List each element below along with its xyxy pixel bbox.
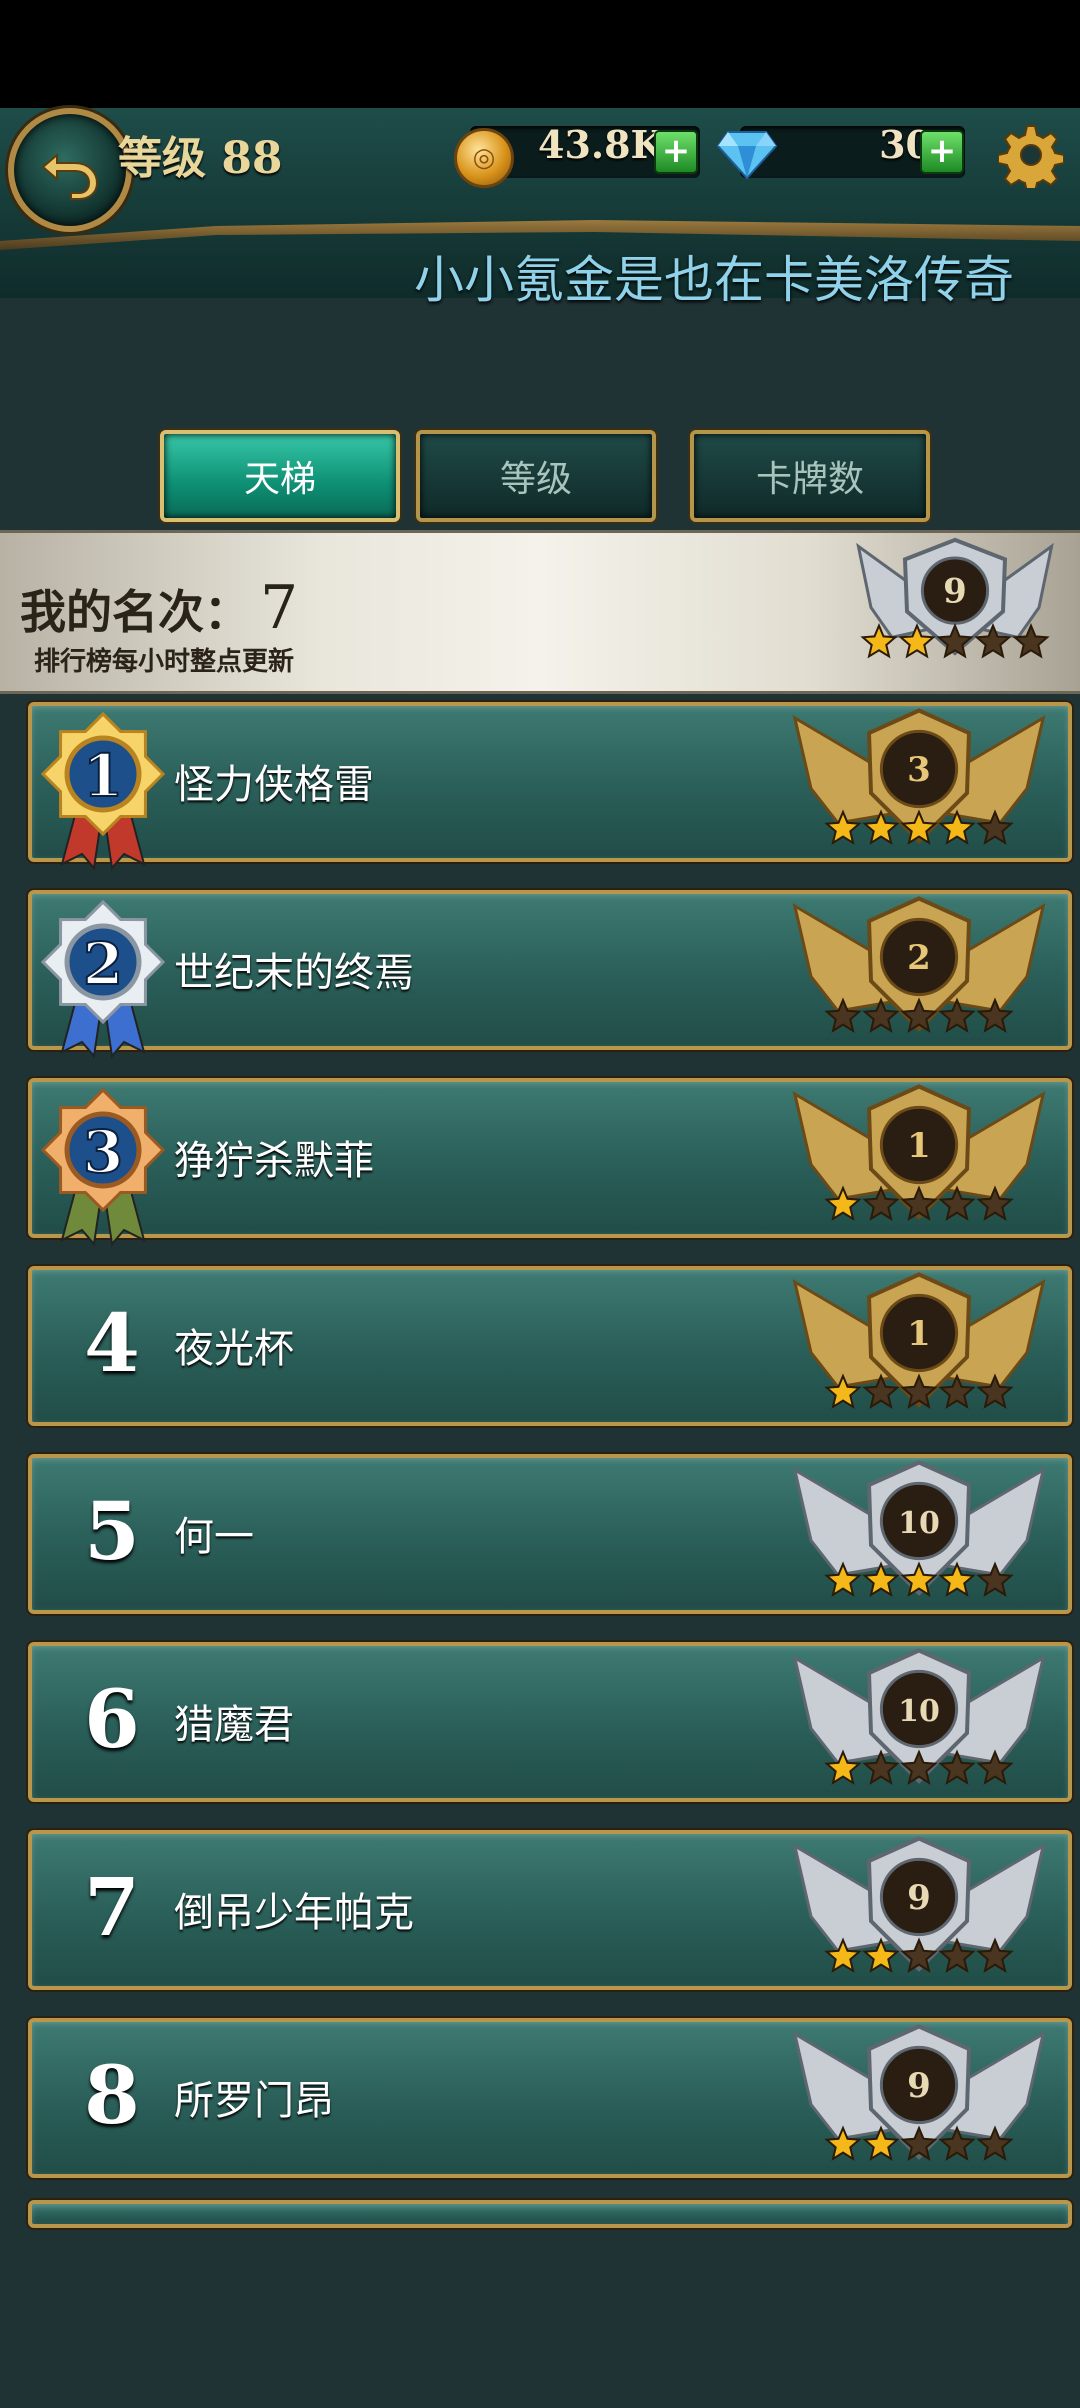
tier-emblem: 9 — [792, 2024, 1046, 2161]
tier-number: 1 — [907, 1126, 931, 1166]
tab-card-count[interactable]: 卡牌数 — [690, 430, 930, 522]
top-bar: 等级 88 ◎ 43.8K + 30 + 小小氪金是也在卡美洛传奇 — [0, 108, 1080, 309]
player-name: 世纪末的终焉 — [174, 950, 414, 996]
rank-number: 5 — [84, 1484, 140, 1578]
diamond-icon — [716, 131, 778, 180]
tier-emblem: 1 — [792, 1084, 1046, 1221]
my-tier-emblem: 9 — [856, 537, 1054, 659]
svg-text:3: 3 — [83, 1118, 123, 1186]
add-gems-button[interactable]: + — [920, 130, 964, 174]
tier-emblem: 9 — [792, 1836, 1046, 1973]
ranking-row[interactable]: 5 何一 10 — [28, 1454, 1072, 1614]
tab-ladder[interactable]: 天梯 — [160, 430, 400, 522]
ranking-row[interactable]: 4 夜光杯 1 — [28, 1266, 1072, 1426]
tier-number: 9 — [907, 1878, 931, 1918]
gold-medal-icon: 1 — [38, 704, 168, 872]
svg-text:2: 2 — [83, 930, 123, 998]
player-name: 倒吊少年帕克 — [174, 1890, 414, 1936]
player-name: 何一 — [174, 1514, 254, 1560]
coin-amount: 43.8K — [538, 122, 664, 167]
my-rank-value: 7 — [260, 573, 299, 643]
tier-number: 2 — [907, 938, 931, 978]
rank-number: 7 — [84, 1860, 140, 1954]
back-button[interactable] — [8, 108, 132, 232]
svg-text:1: 1 — [83, 742, 123, 810]
my-rank-title: 我的名次： 7 — [20, 573, 298, 643]
ranking-row[interactable]: 7 倒吊少年帕克 9 — [28, 1830, 1072, 1990]
player-name: 狰狞杀默菲 — [174, 1138, 374, 1184]
ranking-row[interactable]: 3 狰狞杀默菲 1 — [28, 1078, 1072, 1247]
coin-icon: ◎ — [454, 128, 514, 188]
player-name: 猎魔君 — [174, 1702, 294, 1748]
rank-number: 6 — [84, 1672, 140, 1766]
tier-emblem: 3 — [792, 708, 1046, 845]
tier-number: 10 — [898, 1506, 940, 1541]
tier-number: 3 — [907, 750, 931, 790]
ranking-row[interactable]: 2 世纪末的终焉 2 — [28, 890, 1072, 1059]
player-name: 所罗门昂 — [174, 2078, 334, 2124]
my-rank-label: 我的名次： — [20, 585, 250, 639]
ranking-row-partial[interactable] — [28, 2200, 1072, 2228]
tier-emblem: 10 — [792, 1460, 1046, 1597]
bronze-medal-icon: 3 — [38, 1080, 168, 1248]
tier-emblem: 1 — [792, 1272, 1046, 1409]
ranking-row[interactable]: 8 所罗门昂 9 — [28, 2018, 1072, 2178]
ranking-row[interactable]: 6 猎魔君 10 — [28, 1642, 1072, 1802]
add-coins-button[interactable]: + — [654, 130, 698, 174]
ranking-row[interactable]: 1 怪力侠格雷 3 — [28, 702, 1072, 871]
silver-medal-icon: 2 — [38, 892, 168, 1060]
back-arrow-icon — [41, 152, 99, 200]
player-level: 等级 88 — [118, 133, 283, 184]
rank-number: 4 — [84, 1296, 140, 1390]
tier-number: 10 — [898, 1694, 940, 1729]
update-note: 排行榜每小时整点更新 — [34, 647, 295, 677]
tier-number: 1 — [907, 1314, 931, 1354]
rank-number: 8 — [84, 2048, 140, 2142]
tier-emblem: 10 — [792, 1648, 1046, 1785]
status-bar — [0, 0, 1080, 108]
tier-emblem: 2 — [792, 896, 1046, 1033]
tier-number: 9 — [943, 572, 967, 612]
gear-icon[interactable] — [998, 122, 1064, 188]
player-name: 怪力侠格雷 — [174, 762, 374, 808]
announcement-marquee: 小小氪金是也在卡美洛传奇 — [414, 251, 1014, 309]
tab-level[interactable]: 等级 — [416, 430, 656, 522]
player-name: 夜光杯 — [174, 1326, 294, 1372]
tier-number: 9 — [907, 2066, 931, 2106]
